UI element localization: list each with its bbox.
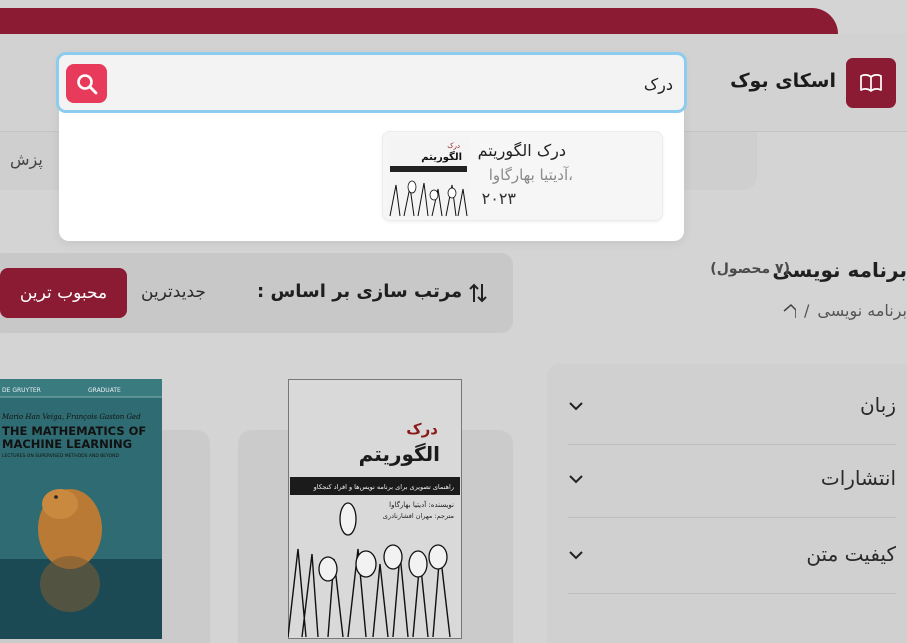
search-result-item[interactable]: درک الگوریتم درک الگوریتم ،آدیتیا بهارگا…	[382, 131, 663, 221]
sort-arrows-icon	[469, 283, 487, 303]
nav-item-partial[interactable]: پزش	[10, 150, 43, 169]
sort-label: مرتب سازی بر اساس :	[257, 281, 463, 302]
search-input[interactable]	[109, 69, 679, 99]
product-cover-ml-math[interactable]: DE GRUYTER GRADUATE Mario Han Veiga, Fra…	[0, 379, 162, 639]
filter-language[interactable]: زبان	[568, 371, 896, 445]
book-icon	[860, 74, 882, 92]
cover-top-text: درک	[406, 420, 438, 438]
top-banner	[0, 8, 838, 34]
filter-text-quality[interactable]: کیفیت متن	[568, 520, 896, 594]
cover-translator: مترجم: مهران افشارنادری	[383, 512, 454, 520]
thumb-title: الگوریتم	[421, 150, 462, 163]
cover-series: GRADUATE	[88, 387, 121, 394]
chevron-down-icon	[569, 551, 583, 560]
cover-title: الگوریتم	[359, 442, 440, 466]
filter-publisher[interactable]: انتشارات	[568, 444, 896, 518]
cover-author: نویسنده: آدیتیا بهارگاوا	[389, 500, 454, 509]
category-title-text: برنامه نویسی	[772, 258, 907, 282]
filter-label: زبان	[859, 393, 896, 417]
cover-subtitle: LECTURES ON SUPERVISED METHODS AND BEYON…	[2, 453, 120, 459]
sort-option-popular[interactable]: محبوب ترین	[0, 268, 127, 318]
cover-publisher: DE GRUYTER	[2, 387, 41, 394]
filter-label: کیفیت متن	[806, 542, 896, 566]
breadcrumb: برنامه نویسی /	[783, 301, 907, 320]
cover-subtitle: راهنمای تصویری برای برنامه نویس‌ها و افر…	[313, 483, 454, 491]
filter-label: انتشارات	[820, 466, 896, 490]
thumb-top-text: درک	[447, 142, 460, 150]
home-icon[interactable]	[782, 303, 796, 319]
chevron-down-icon	[569, 475, 583, 484]
chevron-down-icon	[569, 402, 583, 411]
result-thumbnail: درک الگوریتم	[388, 137, 469, 217]
category-title: برنامه نویسی	[772, 258, 907, 282]
breadcrumb-current[interactable]: برنامه نویسی	[817, 301, 907, 320]
search-icon	[76, 73, 97, 94]
search-button[interactable]	[66, 64, 107, 103]
result-author: ،آدیتیا بهارگاوا	[488, 166, 573, 184]
brand-name[interactable]: اسکای بوک	[730, 70, 836, 92]
breadcrumb-separator: /	[803, 301, 810, 320]
sort-option-newest[interactable]: جدیدترین	[141, 282, 206, 302]
product-cover-algorithms[interactable]: درک الگوریتم راهنمای تصویری برای برنامه …	[288, 379, 462, 639]
result-title: درک الگوریتم	[477, 141, 566, 160]
search-bar	[56, 52, 687, 113]
cover-authors: Mario Han Veiga, François Gaston Ged	[1, 413, 141, 421]
logo[interactable]	[846, 58, 896, 108]
category-count: (۷ محصول)	[710, 261, 790, 277]
cover-title: THE MATHEMATICS OF MACHINE LEARNING	[2, 424, 150, 451]
result-year: ۲۰۲۳	[481, 189, 516, 208]
